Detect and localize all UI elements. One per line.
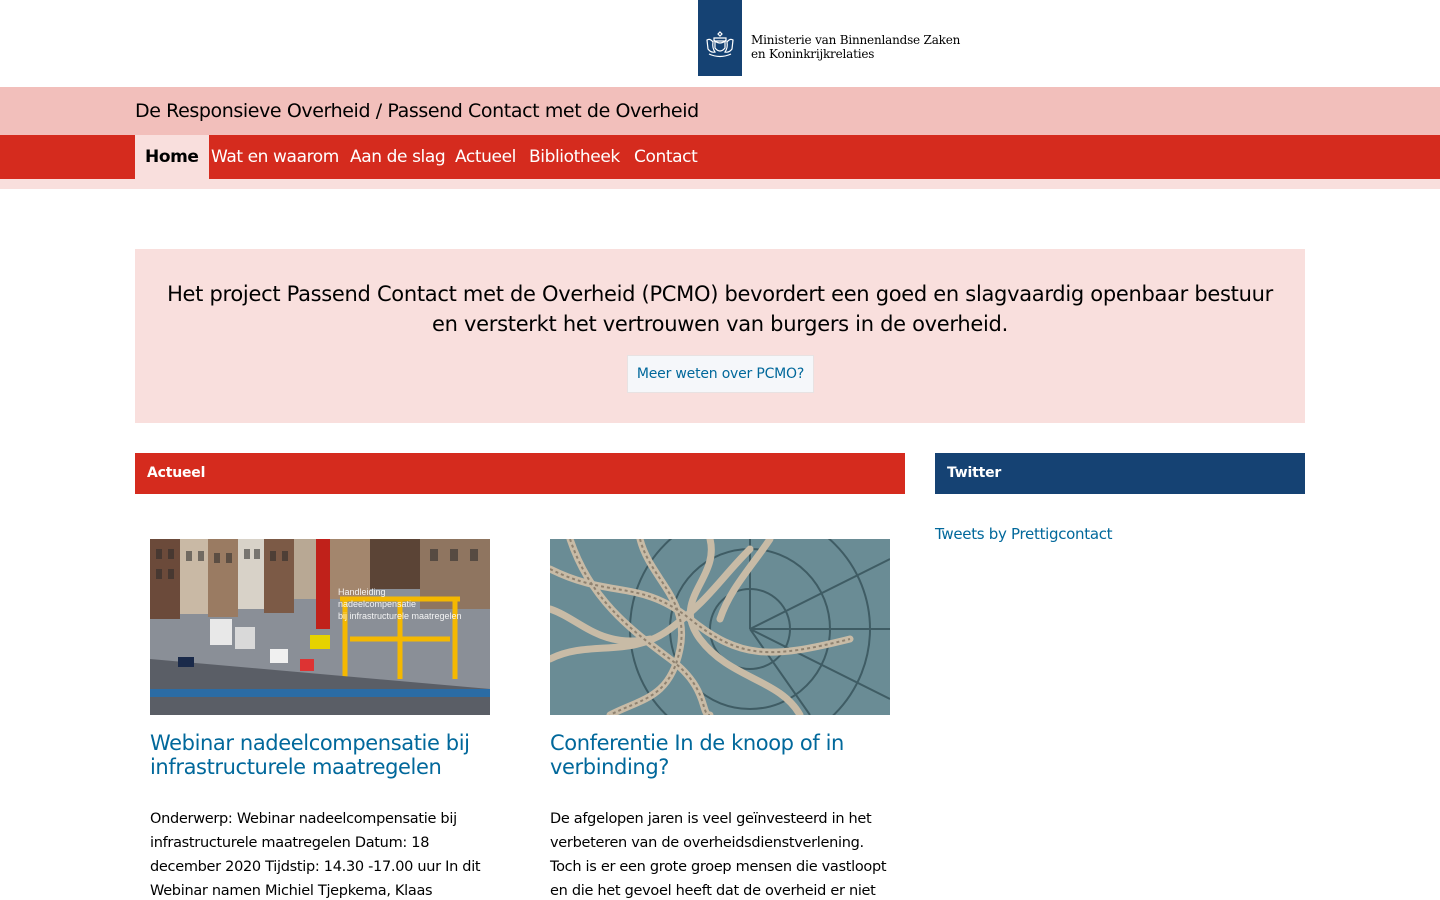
svg-text:nadeelcompensatie: nadeelcompensatie — [338, 599, 416, 609]
crest-icon — [706, 31, 734, 58]
card-image-road-construction[interactable]: Handleiding nadeelcompensatie bij infras… — [150, 539, 490, 715]
card-image-knotted-ropes[interactable] — [550, 539, 890, 715]
svg-text:Handleiding: Handleiding — [338, 587, 386, 597]
ministry-name-line1: Ministerie van Binnenlandse Zaken — [751, 33, 961, 47]
nav-divider — [0, 179, 1440, 189]
svg-text:bij infrastructurele maatregel: bij infrastructurele maatregelen — [338, 611, 462, 621]
actueel-section-header: Actueel — [135, 453, 905, 494]
site-title[interactable]: De Responsieve Overheid / Passend Contac… — [135, 100, 699, 122]
card-text-webinar: Onderwerp: Webinar nadeelcompensatie bij… — [150, 811, 481, 899]
ministry-name-line2: en Koninkrijkrelaties — [751, 47, 875, 61]
tweets-link[interactable]: Tweets by Prettigcontact — [935, 525, 1113, 543]
card-title-webinar[interactable]: Webinar nadeelcompensatie bij infrastruc… — [150, 731, 490, 779]
nav-item-home[interactable]: Home — [135, 135, 209, 179]
twitter-section-header: Twitter — [935, 453, 1305, 494]
nav-item-contact[interactable]: Contact — [634, 135, 698, 179]
card-text-conferentie: De afgelopen jaren is veel geïnvesteerd … — [550, 811, 887, 899]
nav-item-bibliotheek[interactable]: Bibliotheek — [529, 135, 620, 179]
logo[interactable] — [698, 0, 742, 76]
card-title-conferentie[interactable]: Conferentie In de knoop of in verbinding… — [550, 731, 890, 779]
nav-item-wat-en-waarom[interactable]: Wat en waarom — [211, 135, 339, 179]
nav-item-actueel[interactable]: Actueel — [455, 135, 516, 179]
intro-text: Het project Passend Contact met de Overh… — [167, 282, 1273, 336]
more-about-pcmo-button[interactable]: Meer weten over PCMO? — [627, 355, 814, 393]
nav-item-aan-de-slag[interactable]: Aan de slag — [350, 135, 446, 179]
ministry-name: Ministerie van Binnenlandse Zaken en Kon… — [751, 33, 960, 61]
